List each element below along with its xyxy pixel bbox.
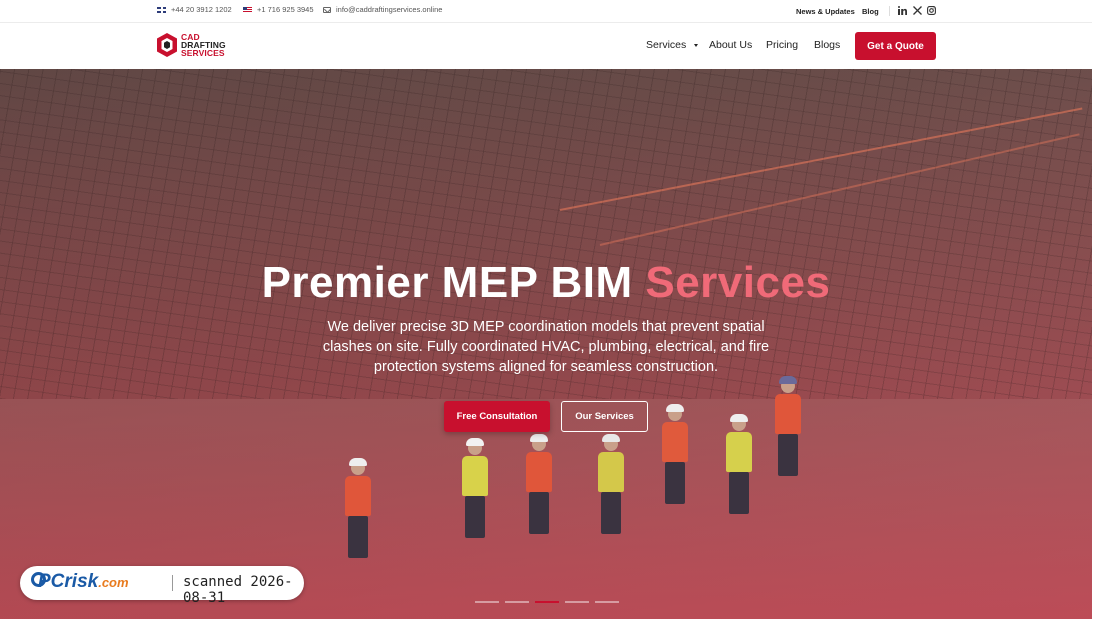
slide-dot[interactable]: [505, 601, 529, 603]
phone-us-text: +1 716 925 3945: [257, 5, 314, 14]
badge-divider: [172, 575, 173, 591]
nav-about-us[interactable]: About Us: [709, 39, 752, 51]
free-consultation-button[interactable]: Free Consultation: [444, 401, 550, 432]
hero-title: Premier MEP BIM Services: [0, 258, 1092, 308]
uk-flag-icon: [157, 6, 166, 13]
our-services-button[interactable]: Our Services: [561, 401, 648, 432]
blog-link[interactable]: Blog: [862, 7, 879, 16]
x-icon[interactable]: [913, 6, 922, 15]
get-a-quote-button[interactable]: Get a Quote: [855, 32, 936, 60]
slide-dot[interactable]: [595, 601, 619, 603]
hero-section: Premier MEP BIM Services We deliver prec…: [0, 69, 1092, 619]
logo-cube-icon: [157, 33, 177, 57]
us-flag-icon: [243, 6, 252, 13]
pcrisk-logo: PCrisk.com: [38, 571, 129, 592]
worker-figure: [526, 434, 552, 534]
nav-blogs[interactable]: Blogs: [814, 39, 840, 51]
slide-dot[interactable]: [565, 601, 589, 603]
worker-figure: [598, 434, 624, 534]
nav-pricing-label: Pricing: [766, 39, 799, 51]
site-header: CAD DRAFTING SERVICES Services About Us …: [0, 23, 1092, 69]
linkedin-icon[interactable]: [898, 6, 907, 15]
email-text: info@caddraftingservices.online: [336, 5, 443, 14]
worker-figure: [345, 458, 371, 558]
phone-us[interactable]: +1 716 925 3945: [243, 5, 314, 14]
pcrisk-scan-badge: PCrisk.com scanned 2026-08-31: [20, 566, 304, 606]
instagram-icon[interactable]: [927, 6, 936, 15]
nav-pricing[interactable]: Pricing: [766, 39, 798, 51]
nav-services[interactable]: Services: [646, 39, 699, 51]
nav-blogs-label: Blogs: [814, 39, 841, 51]
phone-uk-text: +44 20 3912 1202: [171, 5, 232, 14]
slider-pagination: [475, 601, 619, 603]
divider: [889, 6, 890, 16]
scanned-date: scanned 2026-08-31: [183, 574, 293, 606]
logo-line-3: SERVICES: [181, 48, 225, 58]
site-logo[interactable]: CAD DRAFTING SERVICES: [156, 32, 226, 58]
caret-down-icon: [694, 43, 699, 47]
hero-title-accent: Services: [645, 258, 831, 307]
top-contact-bar: +44 20 3912 1202 +1 716 925 3945 info@ca…: [0, 0, 1092, 23]
nav-services-label: Services: [646, 39, 687, 51]
news-updates-link[interactable]: News & Updates: [796, 7, 855, 16]
worker-figure: [775, 376, 801, 476]
mail-icon: [323, 6, 331, 13]
hero-description: We deliver precise 3D MEP coordination m…: [322, 319, 770, 375]
slide-dot-active[interactable]: [535, 601, 559, 603]
worker-figure: [462, 438, 488, 538]
slide-dot[interactable]: [475, 601, 499, 603]
email-link[interactable]: info@caddraftingservices.online: [323, 5, 442, 14]
phone-uk[interactable]: +44 20 3912 1202: [157, 5, 232, 14]
worker-figure: [726, 414, 752, 514]
nav-about-label: About Us: [709, 39, 753, 51]
worker-figure: [662, 404, 688, 504]
page: +44 20 3912 1202 +1 716 925 3945 info@ca…: [0, 0, 1100, 619]
hero-title-main: Premier MEP BIM: [261, 258, 633, 307]
